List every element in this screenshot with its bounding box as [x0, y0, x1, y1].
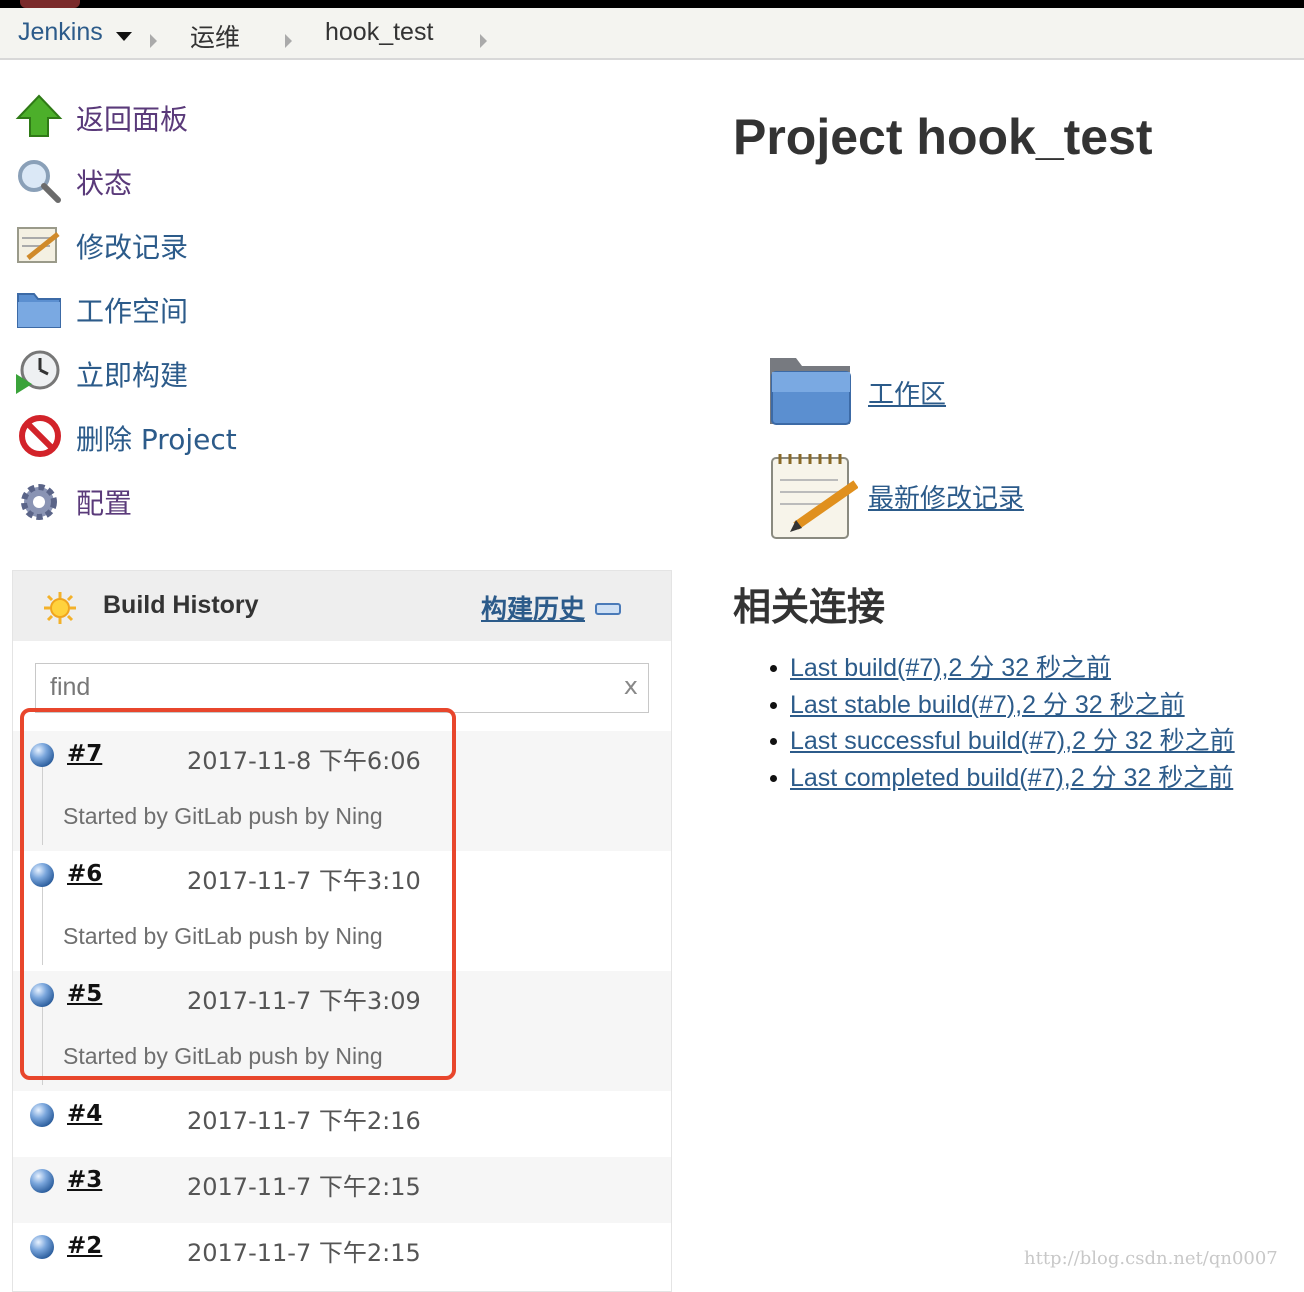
build-row: #6 2017-11-7 下午3:10 Started by GitLab pu… [13, 851, 671, 971]
build-date[interactable]: 2017-11-7 下午3:10 [187, 861, 421, 896]
build-row: #3 2017-11-7 下午2:15 [13, 1157, 671, 1223]
task-changes[interactable]: 修改记录 [14, 216, 414, 272]
clock-play-icon [16, 350, 60, 394]
build-date[interactable]: 2017-11-7 下午2:15 [187, 1167, 421, 1202]
build-cause: Started by GitLab push by Ning [63, 803, 383, 829]
breadcrumb-separator-icon[interactable] [150, 34, 157, 48]
notepad-icon [17, 227, 60, 263]
breadcrumb: Jenkins 运维 hook_test [0, 8, 1304, 60]
breadcrumb-separator-icon[interactable] [480, 34, 487, 48]
build-search-box: x [35, 663, 649, 713]
workspace-link[interactable]: 工作区 [868, 374, 946, 411]
list-item[interactable]: Last successful build(#7),2 分 32 秒之前 [770, 723, 1235, 760]
collapse-icon[interactable] [595, 603, 621, 615]
build-number-link[interactable]: #4 [67, 1101, 102, 1127]
breadcrumb-jenkins[interactable]: Jenkins [18, 18, 103, 47]
clear-search-button[interactable]: x [624, 672, 638, 700]
build-status-blue-icon[interactable] [30, 743, 54, 767]
build-status-blue-icon[interactable] [30, 1235, 54, 1259]
build-cause: Started by GitLab push by Ning [63, 923, 383, 949]
build-date[interactable]: 2017-11-7 下午2:16 [187, 1101, 421, 1136]
window-top-strip [0, 0, 1304, 8]
last-successful-build-link[interactable]: Last successful build(#7),2 分 32 秒之前 [790, 727, 1235, 755]
list-item[interactable]: Last build(#7),2 分 32 秒之前 [770, 650, 1235, 687]
build-number-link[interactable]: #3 [67, 1167, 102, 1193]
task-workspace[interactable]: 工作空间 [14, 280, 414, 336]
gear-icon [21, 484, 57, 520]
task-label: 配置 [76, 487, 133, 520]
task-label: 立即构建 [76, 359, 189, 392]
breadcrumb-folder[interactable]: 运维 [190, 18, 240, 54]
build-status-blue-icon[interactable] [30, 983, 54, 1007]
breadcrumb-job[interactable]: hook_test [325, 18, 433, 47]
folder-icon [770, 358, 851, 425]
page-title: Project hook_test [733, 109, 1153, 165]
build-number-link[interactable]: #5 [67, 981, 102, 1007]
build-date[interactable]: 2017-11-7 下午2:15 [187, 1233, 421, 1268]
build-number-link[interactable]: #2 [67, 1233, 102, 1259]
timeline-line [42, 767, 43, 845]
related-links-list: Last build(#7),2 分 32 秒之前 Last stable bu… [770, 650, 1235, 797]
task-build-now[interactable]: 立即构建 [14, 344, 414, 400]
build-status-blue-icon[interactable] [30, 1169, 54, 1193]
task-label: 删除 Project [76, 423, 237, 456]
build-search-input[interactable] [36, 664, 612, 710]
build-status-blue-icon[interactable] [30, 1103, 54, 1127]
build-row: #7 2017-11-8 下午6:06 Started by GitLab pu… [13, 731, 671, 851]
build-history-panel: Build History 构建历史 x #7 2017-11-8 下午6:06… [12, 570, 672, 1292]
task-configure[interactable]: 配置 [14, 472, 414, 528]
build-number-link[interactable]: #7 [67, 741, 102, 767]
build-row: #5 2017-11-7 下午3:09 Started by GitLab pu… [13, 971, 671, 1091]
build-date[interactable]: 2017-11-8 下午6:06 [187, 741, 421, 776]
jenkins-logo-fragment [20, 0, 80, 8]
last-completed-build-link[interactable]: Last completed build(#7),2 分 32 秒之前 [790, 764, 1233, 792]
breadcrumb-separator-icon[interactable] [285, 34, 292, 48]
build-cause: Started by GitLab push by Ning [63, 1043, 383, 1069]
build-history-header: Build History 构建历史 [13, 571, 671, 641]
magnifier-icon [18, 160, 61, 203]
notepad-icon [771, 454, 858, 539]
build-history-title: Build History [103, 591, 259, 619]
watermark: http://blog.csdn.net/qn0007 [1024, 1248, 1278, 1269]
task-delete-project[interactable]: 删除 Project [14, 408, 414, 464]
folder-icon [17, 293, 61, 328]
timeline-line [42, 1007, 43, 1085]
related-links-heading: 相关连接 [733, 585, 886, 629]
up-arrow-icon [15, 94, 63, 137]
recent-changes-link[interactable]: 最新修改记录 [868, 478, 1024, 515]
last-stable-build-link[interactable]: Last stable build(#7),2 分 32 秒之前 [790, 691, 1185, 719]
build-date[interactable]: 2017-11-7 下午3:09 [187, 981, 421, 1016]
build-row: #2 2017-11-7 下午2:15 [13, 1223, 671, 1289]
sun-icon [44, 592, 76, 624]
list-item[interactable]: Last completed build(#7),2 分 32 秒之前 [770, 760, 1235, 797]
timeline-line [42, 887, 43, 965]
list-item[interactable]: Last stable build(#7),2 分 32 秒之前 [770, 687, 1235, 724]
task-label: 状态 [76, 167, 133, 200]
task-label: 返回面板 [76, 103, 189, 136]
task-back-to-dashboard[interactable]: 返回面板 [14, 88, 414, 144]
task-status[interactable]: 状态 [14, 152, 414, 208]
build-trend-link[interactable]: 构建历史 [481, 589, 585, 626]
build-status-blue-icon[interactable] [30, 863, 54, 887]
build-number-link[interactable]: #6 [67, 861, 102, 887]
task-label: 工作空间 [76, 295, 189, 328]
no-entry-icon [19, 415, 61, 457]
build-row: #4 2017-11-7 下午2:16 [13, 1091, 671, 1157]
last-build-link[interactable]: Last build(#7),2 分 32 秒之前 [790, 654, 1111, 682]
chevron-down-icon[interactable] [116, 32, 132, 41]
task-label: 修改记录 [76, 231, 189, 264]
